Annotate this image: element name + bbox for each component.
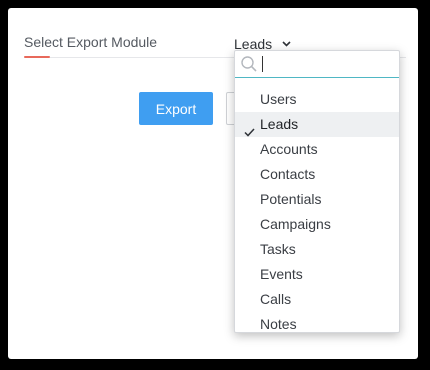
- option-label: Calls: [260, 291, 292, 307]
- option-label: Users: [260, 91, 297, 107]
- module-dropdown: Users Leads Accounts Contacts Potentials Camp…: [234, 50, 400, 333]
- export-module-label: Select Export Module: [24, 34, 158, 50]
- option-label: Campaigns: [260, 216, 331, 232]
- option-label: Leads: [260, 116, 299, 132]
- option-label: Potentials: [260, 191, 322, 207]
- label-underline: [24, 56, 50, 58]
- option-label: Accounts: [260, 141, 318, 157]
- option-campaigns[interactable]: Campaigns: [235, 212, 399, 237]
- options-list: Users Leads Accounts Contacts Potentials Camp…: [235, 78, 399, 332]
- export-button[interactable]: Export: [139, 92, 213, 125]
- option-accounts[interactable]: Accounts: [235, 137, 399, 162]
- option-label: Tasks: [260, 241, 296, 257]
- option-calls[interactable]: Calls: [235, 287, 399, 312]
- option-leads[interactable]: Leads: [235, 112, 399, 137]
- option-label: Contacts: [260, 166, 316, 182]
- option-notes[interactable]: Notes: [235, 312, 399, 332]
- dropdown-search: [235, 51, 399, 78]
- option-tasks[interactable]: Tasks: [235, 237, 399, 262]
- search-input[interactable]: [261, 54, 393, 74]
- search-icon: [240, 55, 258, 78]
- export-dialog: Select Export Module Leads Export Users L…: [8, 8, 418, 359]
- option-label: Events: [260, 266, 303, 282]
- text-caret: [262, 56, 263, 72]
- chevron-down-icon: [282, 41, 291, 47]
- option-potentials[interactable]: Potentials: [235, 187, 399, 212]
- option-label: Notes: [260, 316, 297, 332]
- option-contacts[interactable]: Contacts: [235, 162, 399, 187]
- option-events[interactable]: Events: [235, 262, 399, 287]
- option-users[interactable]: Users: [235, 87, 399, 112]
